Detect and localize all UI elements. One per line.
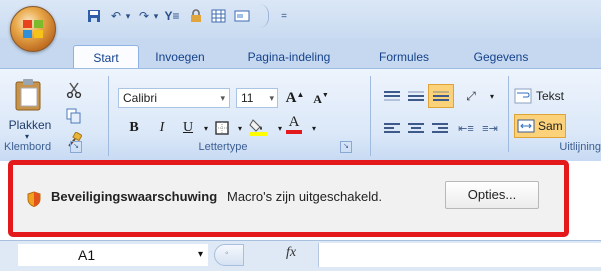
align-right-icon[interactable] — [430, 118, 450, 138]
customize-qat-icon[interactable]: = — [276, 8, 292, 24]
font-color-swatch — [286, 129, 302, 134]
tab-start[interactable]: Start — [73, 45, 139, 70]
font-color-button[interactable]: A — [284, 114, 304, 134]
font-name-dropdown-icon[interactable]: ▾ — [220, 89, 225, 107]
table-icon[interactable] — [210, 8, 226, 24]
save-icon[interactable] — [86, 8, 102, 24]
clipboard-launcher-icon[interactable]: ↘ — [70, 141, 82, 153]
undo-icon[interactable]: ↶ — [108, 8, 124, 24]
office-logo-icon — [23, 20, 43, 38]
wrap-text-button[interactable]: Tekst — [514, 86, 601, 106]
border-icon[interactable] — [212, 118, 232, 138]
shrink-font-button[interactable]: A ▼ — [310, 89, 332, 109]
group-separator — [370, 76, 371, 156]
tab-invoegen[interactable]: Invoegen — [140, 45, 220, 69]
wrap-text-label: Tekst — [536, 89, 565, 103]
fill-color-icon[interactable] — [248, 116, 268, 136]
font-name-box[interactable]: Calibri ▾ — [118, 88, 230, 108]
bold-button[interactable]: B — [124, 118, 144, 138]
merge-button[interactable]: Sam — [514, 114, 601, 138]
merge-icon — [517, 119, 535, 133]
font-size-dropdown-icon[interactable]: ▾ — [269, 89, 274, 107]
align-center-icon[interactable] — [406, 118, 426, 138]
tab-pagina-indeling[interactable]: Pagina-indeling — [226, 45, 352, 69]
group-separator — [508, 76, 509, 152]
shield-icon — [27, 191, 41, 207]
grow-font-icon: A — [285, 89, 297, 106]
alignment-group-label: Uitlijning — [559, 141, 601, 153]
options-button[interactable]: Opties... — [445, 181, 539, 209]
tab-formules[interactable]: Formules — [362, 45, 446, 69]
align-middle-icon[interactable] — [406, 86, 426, 106]
paste-button[interactable]: Plakken ▾ — [6, 78, 54, 141]
lock-icon[interactable] — [188, 8, 204, 24]
formula-expand-icon[interactable]: ◦ — [225, 248, 229, 259]
align-bottom-icon[interactable] — [428, 84, 454, 108]
insert-function-icon[interactable]: fx — [286, 245, 296, 261]
font-color-icon: A — [288, 113, 300, 130]
border-dropdown-icon[interactable]: ▾ — [230, 118, 250, 138]
font-size-box[interactable]: 11 ▾ — [236, 88, 278, 108]
font-group-label: Lettertype — [198, 141, 248, 153]
grow-font-button[interactable]: A ▲ — [284, 88, 306, 108]
align-top-icon[interactable] — [382, 86, 402, 106]
formula-input[interactable] — [318, 243, 601, 267]
decrease-indent-icon[interactable]: ⇤≡ — [456, 118, 476, 138]
security-warning-title: Beveiligingswaarschuwing — [51, 189, 218, 204]
copy-icon[interactable] — [64, 106, 84, 126]
increase-indent-icon[interactable]: ≡⇥ — [480, 118, 500, 138]
redo-dropdown-icon[interactable]: ▾ — [152, 8, 160, 24]
clipboard-group-label: Klembord — [4, 141, 52, 153]
name-box-dropdown-icon[interactable]: ▾ — [198, 244, 203, 266]
paste-label: Plakken — [8, 118, 52, 132]
clipboard-icon — [15, 79, 41, 111]
align-left-icon[interactable] — [382, 118, 402, 138]
office-button[interactable] — [10, 6, 56, 52]
sort-filter-icon[interactable]: Y≡ — [164, 8, 180, 24]
font-launcher-icon[interactable]: ↘ — [340, 141, 352, 153]
tab-gegevens[interactable]: Gegevens — [456, 45, 546, 69]
formula-bar-grip: ◦ — [214, 244, 244, 266]
form-icon[interactable] — [234, 8, 250, 24]
orientation-dropdown-icon[interactable]: ▾ — [482, 86, 502, 106]
cell-reference: A1 — [78, 247, 96, 263]
undo-dropdown-icon[interactable]: ▾ — [124, 8, 132, 24]
underline-button[interactable]: U — [178, 118, 198, 138]
wrap-text-icon — [514, 88, 532, 104]
group-separator — [108, 76, 109, 156]
italic-button[interactable]: I — [152, 118, 172, 138]
shrink-font-icon: A — [313, 91, 322, 106]
orientation-icon[interactable]: ⤢ — [460, 86, 482, 106]
security-warning-message: Macro's zijn uitgeschakeld. — [227, 189, 382, 204]
font-size-value: 11 — [241, 91, 254, 105]
cut-icon[interactable] — [64, 80, 84, 100]
name-box[interactable]: A1 ▾ — [18, 244, 208, 266]
font-name-value: Calibri — [123, 91, 158, 105]
font-color-dropdown-icon[interactable]: ▾ — [304, 118, 324, 138]
merge-label: Sam — [538, 119, 563, 133]
redo-icon[interactable]: ↷ — [136, 8, 152, 24]
security-warning-bar: Beveiligingswaarschuwing Macro's zijn ui… — [8, 160, 569, 237]
